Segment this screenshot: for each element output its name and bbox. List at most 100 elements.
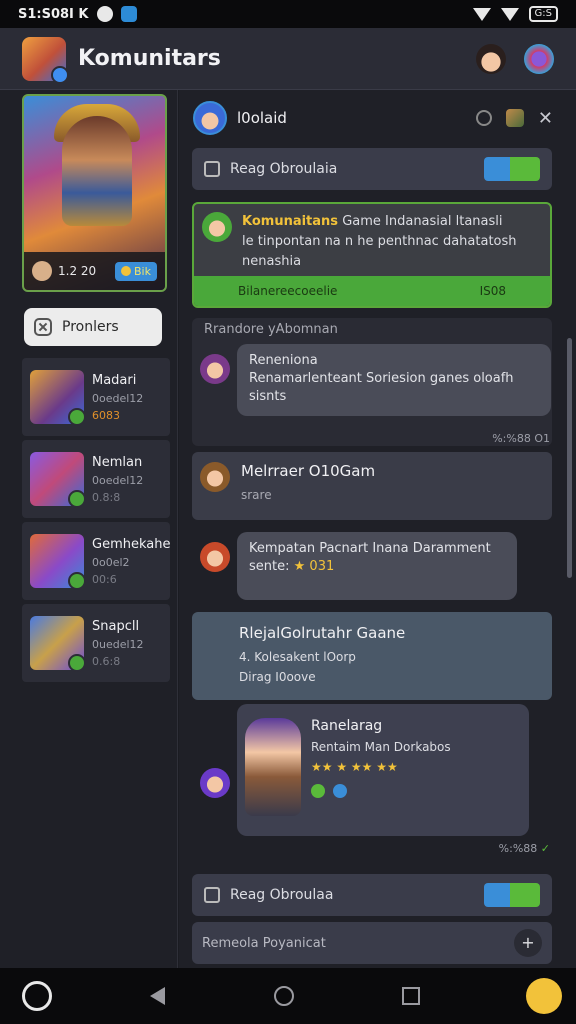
sidebar: 1.2 20 Bik Pronlers Madari 0oedel12 6083… xyxy=(0,90,178,968)
hero-stat-value: 1.2 20 xyxy=(58,264,97,278)
reag-bar[interactable]: Reag Obroulaa xyxy=(192,874,552,916)
announcement-avatar xyxy=(202,212,232,242)
chat-title: l0olaid xyxy=(237,109,287,127)
status-time: S1:S08I K xyxy=(18,6,89,22)
sender-avatar[interactable] xyxy=(200,462,230,492)
message-input-placeholder: Remeola Poyanicat xyxy=(202,935,326,951)
player-avatar xyxy=(30,616,86,672)
message-text: Kempatan Pacnart Inana Daramment xyxy=(249,541,491,556)
character-sub: Rentaim Man Dorkabos xyxy=(311,740,451,754)
back-icon[interactable] xyxy=(150,987,165,1005)
character-title: Ranelarag xyxy=(311,718,383,734)
message-title: Melrraer O10Gam xyxy=(241,462,376,480)
reag-bar-label: Reag Obroulaia xyxy=(230,161,338,177)
player-name: Nemlan xyxy=(92,454,143,470)
sender-avatar[interactable] xyxy=(200,542,230,572)
player-list: Madari 0oedel12 6083 Nemlan 0oedel12 0.8… xyxy=(22,358,170,686)
player-item[interactable]: Gemhekahe 0o0el2 00:6 xyxy=(22,522,170,600)
battery-indicator: G:S xyxy=(528,6,558,22)
player-sub: 0uedel12 xyxy=(92,637,144,651)
player-name: Gemhekahe xyxy=(92,536,171,552)
player-name: Snapcll xyxy=(92,618,140,634)
chip-green-icon[interactable] xyxy=(510,883,540,907)
system-nav-bar xyxy=(0,968,576,1024)
message-sub: srare xyxy=(241,488,272,502)
home-icon[interactable] xyxy=(273,986,294,1006)
hero-character-art xyxy=(62,116,132,226)
player-sub: 0o0el2 xyxy=(92,555,130,569)
add-icon[interactable]: + xyxy=(514,929,542,957)
profiles-button-label: Pronlers xyxy=(62,319,119,335)
app-title: Komunitars xyxy=(78,46,221,71)
media-icon[interactable] xyxy=(505,109,524,127)
player-item[interactable]: Snapcll 0uedel12 0.6:8 xyxy=(22,604,170,682)
message-author: Reneniona xyxy=(249,353,318,368)
player-name: Madari xyxy=(92,372,137,388)
character-stars: ★★ ★ ★★ ★★ xyxy=(311,760,398,774)
game-announcement-card[interactable]: Komunaitans Game Indanasial ltanasli le … xyxy=(192,202,552,308)
player-score: 6083 xyxy=(92,408,120,422)
character-art xyxy=(245,718,301,816)
announcement-line: nenashia xyxy=(242,254,302,269)
player-score: 0.6:8 xyxy=(92,654,121,668)
player-avatar xyxy=(30,370,86,426)
green-gem-icon xyxy=(311,784,325,798)
recents-icon[interactable] xyxy=(402,987,420,1005)
app-notification-icon xyxy=(120,6,137,22)
group-avatar[interactable] xyxy=(524,43,554,74)
message-text: Renamarlenteant Soriesion ganes oloafh xyxy=(249,371,514,386)
message-text: sente: xyxy=(249,559,290,574)
chip-blue-icon[interactable] xyxy=(484,883,510,907)
close-icon[interactable]: ✕ xyxy=(538,108,553,129)
app-logo[interactable] xyxy=(22,36,69,84)
settings-icon[interactable] xyxy=(475,110,492,126)
app-bar: Komunitars xyxy=(0,28,576,90)
player-item[interactable]: Madari 0oedel12 6083 xyxy=(22,358,170,436)
message-bubble[interactable]: Reneniona Renamarlenteant Soriesion gane… xyxy=(237,344,551,416)
blue-gem-icon xyxy=(333,784,347,798)
wifi-icon xyxy=(472,7,491,21)
signal-icon xyxy=(500,7,519,21)
announcement-line: le tinpontan na n he penthnac dahatatosh xyxy=(242,234,517,249)
announcement-footer: Bilanereecoeelie IS08 xyxy=(194,276,550,306)
player-item[interactable]: Nemlan 0oedel12 0.8:8 xyxy=(22,440,170,518)
player-avatar xyxy=(30,534,86,590)
message-timestamp: %:%88 ✓ xyxy=(498,842,550,855)
read-check-icon: ✓ xyxy=(540,842,550,855)
chip-blue-icon[interactable] xyxy=(484,157,510,181)
app-home-icon[interactable] xyxy=(22,981,52,1011)
sender-avatar[interactable] xyxy=(200,354,230,384)
sender-avatar[interactable] xyxy=(200,768,230,798)
message-line: Dirag I0oove xyxy=(239,670,316,684)
user-avatar[interactable] xyxy=(476,43,506,74)
coin-icon xyxy=(121,266,132,276)
close-square-icon xyxy=(34,318,52,336)
quick-action-icon[interactable] xyxy=(526,978,562,1014)
scrollbar[interactable] xyxy=(567,338,572,578)
hero-badge-label: Bik xyxy=(134,264,151,278)
hero-stats: 1.2 20 Bik xyxy=(24,252,165,290)
player-sub: 0oedel12 xyxy=(92,473,144,487)
player-score: 00:6 xyxy=(92,572,117,586)
message-stars: ★ 031 xyxy=(293,559,335,574)
message-input[interactable]: Remeola Poyanicat + xyxy=(192,922,552,964)
chat-avatar[interactable] xyxy=(193,101,227,135)
announcement-title: Komunaitans Game Indanasial ltanasli xyxy=(242,214,503,229)
player-score: 0.8:8 xyxy=(92,490,121,504)
message-bubble[interactable]: Kempatan Pacnart Inana Daramment sente: … xyxy=(237,532,517,600)
message-line: 4. Kolesakent lOorp xyxy=(239,650,356,664)
reag-bar[interactable]: Reag Obroulaia xyxy=(192,148,552,190)
section-title: Rrandore yAbomnan xyxy=(204,322,338,337)
message-title: RlejalGolrutahr Gaane xyxy=(239,624,406,642)
square-icon xyxy=(204,887,220,903)
profiles-button[interactable]: Pronlers xyxy=(24,308,162,346)
reag-bar-label: Reag Obroulaa xyxy=(230,887,334,903)
chip-green-icon[interactable] xyxy=(510,157,540,181)
player-avatar xyxy=(30,452,86,508)
notification-icon xyxy=(96,6,113,22)
chat-panel: l0olaid ✕ Reag Obroulaia Komunaitans Gam… xyxy=(179,90,576,968)
hero-card[interactable]: 1.2 20 Bik xyxy=(22,94,167,292)
announcement-footer-left: Bilanereecoeelie xyxy=(238,284,338,298)
player-sub: 0oedel12 xyxy=(92,391,144,405)
hero-badge[interactable]: Bik xyxy=(115,261,157,281)
